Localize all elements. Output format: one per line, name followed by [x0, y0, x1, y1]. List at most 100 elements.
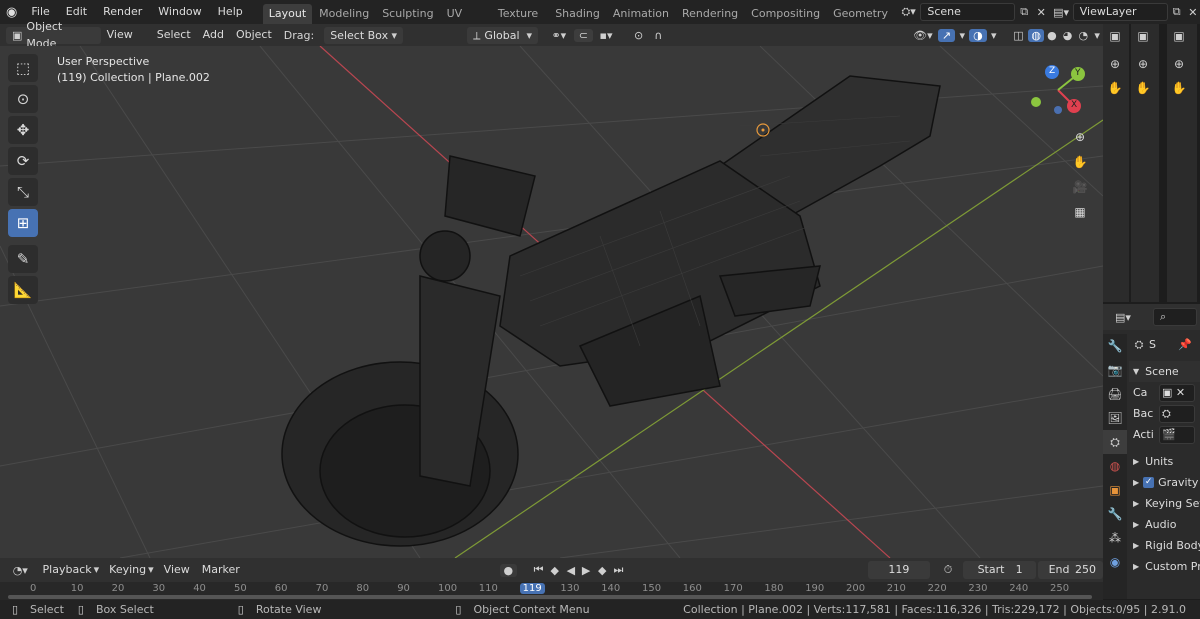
gravity-panel[interactable]: ▶ ✓ Gravity [1129, 472, 1200, 493]
overlays-toggle-icon[interactable]: ◑ [969, 28, 987, 42]
outliner-strip-1[interactable]: ▣ ⊕ ✋ [1103, 24, 1129, 302]
tab-modeling[interactable]: Modeling [313, 4, 375, 24]
xray-icon[interactable]: ◫ [1009, 29, 1029, 42]
pan-hand-icon[interactable]: ✋ [1167, 76, 1191, 100]
editor-type-icon[interactable]: ▣ [1103, 24, 1127, 48]
drag-select-dropdown[interactable]: Select Box ▾ [324, 26, 404, 44]
tab-animation[interactable]: Animation [607, 4, 675, 24]
gizmo-toggle-icon[interactable]: ↗ [937, 28, 956, 42]
gizmo-dropdown-icon[interactable]: ▾ [955, 29, 969, 42]
keying-sets-panel[interactable]: ▶ Keying Set [1129, 493, 1200, 514]
viewlayer-copy-icon[interactable]: ⧉ [1168, 5, 1186, 19]
transform-orientation-dropdown[interactable]: ⟂ Global ▾ [467, 26, 539, 44]
tab-sculpting[interactable]: Sculpting [376, 4, 439, 24]
render-tab-icon[interactable]: 📷 [1103, 358, 1127, 382]
blender-logo-icon[interactable]: ◉ [0, 5, 23, 20]
viewlayer-field[interactable]: ViewLayer [1072, 3, 1168, 21]
perspective-toggle-icon[interactable]: ▦ [1068, 201, 1092, 223]
view-menu[interactable]: View [158, 558, 196, 582]
tab-uv-editing[interactable]: UV Editing [441, 4, 491, 40]
properties-search[interactable]: ⌕ [1153, 308, 1197, 326]
editor-type-icon[interactable]: ▣ [1131, 24, 1155, 48]
scene-close-icon[interactable]: ✕ [1033, 6, 1049, 19]
measure-tool-icon[interactable]: 📐 [8, 276, 38, 304]
tab-rendering[interactable]: Rendering [676, 4, 744, 24]
tab-texture-paint[interactable]: Texture Paint [492, 4, 548, 40]
background-scene-field[interactable]: ⛭ [1159, 404, 1195, 423]
physics-tab-icon[interactable]: ◉ [1103, 550, 1127, 574]
viewlayer-close-icon[interactable]: ✕ [1186, 6, 1200, 19]
mode-dropdown[interactable]: ▣ Object Mode [6, 20, 101, 50]
rigid-body-panel[interactable]: ▶ Rigid Body [1129, 535, 1200, 556]
tool-tab-icon[interactable]: 🔧 [1103, 334, 1127, 358]
shading-solid-icon[interactable]: ● [1044, 29, 1060, 42]
snap-target-icon[interactable]: ▪▾ [593, 29, 619, 42]
shading-dropdown-icon[interactable]: ▾ [1091, 29, 1103, 42]
world-tab-icon[interactable]: ◍ [1103, 454, 1127, 478]
pan-hand-icon[interactable]: ✋ [1068, 151, 1092, 173]
tab-compositing[interactable]: Compositing [745, 4, 826, 24]
playback-menu[interactable]: Playback ▾ [35, 558, 104, 582]
select-box-tool-icon[interactable]: ⬚ [8, 54, 38, 82]
menu-object[interactable]: Object [230, 23, 278, 47]
falloff-icon[interactable]: ∩ [648, 29, 668, 42]
play-reverse-icon[interactable]: ◀ [563, 564, 578, 577]
cursor-tool-icon[interactable]: ⊙ [8, 85, 38, 113]
gravity-checkbox[interactable]: ✓ [1143, 477, 1155, 488]
outliner-strip-3[interactable]: ▣ ⊕ ✋ [1167, 24, 1197, 302]
tab-geometry-nodes[interactable]: Geometry Nod [827, 4, 894, 40]
units-panel[interactable]: ▶ Units [1129, 451, 1200, 472]
camera-field[interactable]: ▣ ✕ [1159, 383, 1195, 402]
object-tab-icon[interactable]: ▣ [1103, 478, 1127, 502]
rotate-tool-icon[interactable]: ⟳ [8, 147, 38, 175]
pan-hand-icon[interactable]: ✋ [1131, 76, 1155, 100]
zoom-icon[interactable]: ⊕ [1167, 52, 1191, 76]
zoom-icon[interactable]: ⊕ [1131, 52, 1155, 76]
output-tab-icon[interactable]: 🖨 [1103, 382, 1127, 406]
particles-tab-icon[interactable]: ⁂ [1103, 526, 1127, 550]
menu-render[interactable]: Render [95, 0, 150, 24]
zoom-icon[interactable]: ⊕ [1068, 126, 1092, 148]
transform-tool-icon[interactable]: ⊞ [8, 209, 38, 237]
modifier-tab-icon[interactable]: 🔧 [1103, 502, 1127, 526]
scene-copy-icon[interactable]: ⧉ [1015, 5, 1033, 19]
proportional-edit-icon[interactable]: ⊙ [629, 29, 649, 42]
tab-layout[interactable]: Layout [262, 4, 313, 24]
navigation-gizmo[interactable] [1022, 62, 1094, 118]
record-icon[interactable]: ● [499, 563, 517, 577]
menu-select[interactable]: Select [139, 23, 197, 47]
outliner-strip-2[interactable]: ▣ ⊕ ✋ [1131, 24, 1159, 302]
editor-type-icon[interactable]: ▤▾ [1109, 311, 1137, 324]
scene-panel-header[interactable]: ▼ Scene [1129, 361, 1200, 382]
stopwatch-icon[interactable]: ⏱ [938, 563, 959, 577]
audio-panel[interactable]: ▶ Audio [1129, 514, 1200, 535]
annotate-tool-icon[interactable]: ✎ [8, 245, 38, 273]
start-frame-field[interactable]: Start 1 [962, 561, 1036, 579]
pin-icon[interactable]: 📌 [1178, 334, 1192, 355]
tab-shading[interactable]: Shading [549, 4, 606, 24]
scene-selector-icon[interactable]: ⛭▾ [897, 5, 920, 19]
timeline-scrollbar[interactable] [8, 595, 1092, 599]
3d-viewport[interactable]: User Perspective (119) Collection | Plan… [0, 46, 1103, 558]
keying-menu[interactable]: Keying ▾ [103, 558, 157, 582]
editor-type-icon[interactable]: ◔▾ [6, 564, 35, 577]
visibility-icon[interactable]: 👁▾ [908, 29, 938, 42]
move-tool-icon[interactable]: ✥ [8, 116, 38, 144]
menu-view[interactable]: View [101, 23, 139, 47]
current-frame-field[interactable]: 119 [868, 561, 930, 579]
shading-material-icon[interactable]: ◕ [1060, 29, 1076, 42]
editor-type-icon[interactable]: ▣ [1167, 24, 1191, 48]
pan-hand-icon[interactable]: ✋ [1103, 76, 1127, 100]
menu-help[interactable]: Help [210, 0, 251, 24]
scale-tool-icon[interactable]: ⤡ [8, 178, 38, 206]
scene-tab-icon[interactable]: ⛭ [1103, 430, 1127, 454]
active-clip-field[interactable]: 🎬 [1159, 425, 1195, 444]
menu-window[interactable]: Window [150, 0, 209, 24]
viewlayer-icon[interactable]: ▤▾ [1049, 6, 1072, 19]
end-frame-field[interactable]: End 250 [1037, 561, 1103, 579]
menu-add[interactable]: Add [197, 23, 230, 47]
prev-keyframe-icon[interactable]: ◆ [546, 564, 563, 577]
jump-start-icon[interactable]: ⏮ [531, 563, 546, 577]
camera-view-icon[interactable]: 🎥 [1068, 176, 1092, 198]
jump-end-icon[interactable]: ⏭ [611, 563, 626, 577]
